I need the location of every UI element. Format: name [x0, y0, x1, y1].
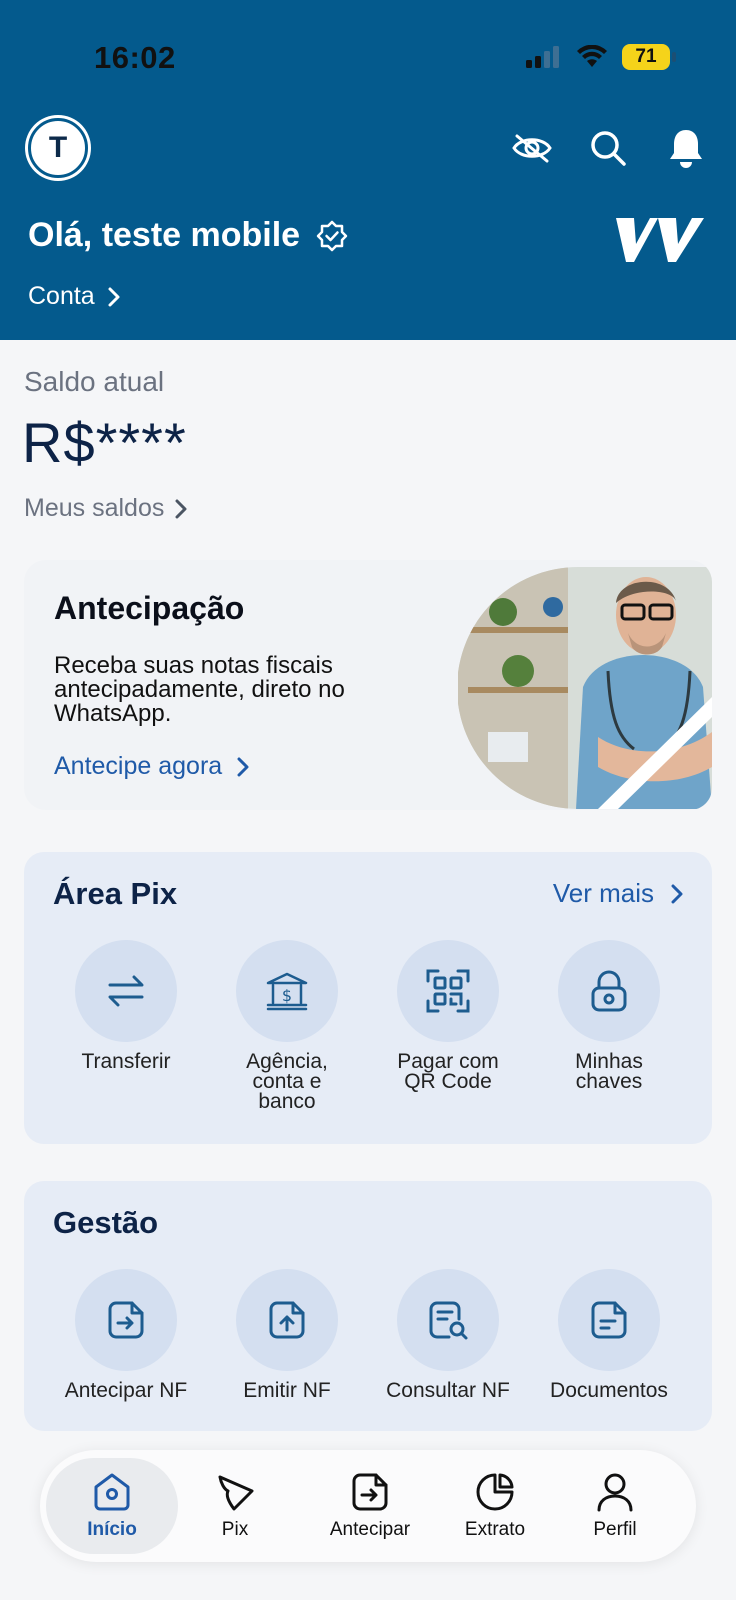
pix-bank-label: Agência, conta e banco: [246, 1050, 328, 1113]
transfer-arrows-icon: [108, 975, 144, 1007]
promo-link[interactable]: Antecipe agora: [54, 752, 250, 781]
nav-label-extrato: Extrato: [464, 1519, 526, 1540]
avatar[interactable]: T: [28, 118, 88, 178]
svg-text:$: $: [282, 986, 292, 1005]
emitir-nf-button[interactable]: Emitir NF: [212, 1269, 362, 1401]
consultar-nf-button[interactable]: Consultar NF: [373, 1269, 523, 1401]
doctor-photo: [458, 567, 712, 809]
balance-value: R$****: [22, 411, 187, 474]
promo-card[interactable]: Antecipação Receba suas notas fiscais an…: [24, 560, 712, 810]
nav-label-perfil: Perfil: [593, 1519, 637, 1540]
pix-keys-label: Minhas chaves: [575, 1050, 643, 1093]
antecipar-nf-circle: [75, 1269, 177, 1371]
chevron-right-icon: [237, 757, 249, 776]
documentos-label: Documentos: [550, 1379, 668, 1402]
antecipar-nf-label: Antecipar NF: [64, 1379, 188, 1402]
signal-icon: [526, 46, 559, 68]
pix-transfer-button[interactable]: Transferir: [51, 940, 201, 1072]
promo-text: Receba suas notas fiscais antecipadament…: [54, 652, 345, 727]
my-balances-label: Meus saldos: [24, 494, 165, 522]
document-icon: [591, 1301, 627, 1339]
nav-item-perfil[interactable]: Perfil: [560, 1458, 670, 1554]
nav-label-antecipar: Antecipar: [329, 1519, 411, 1540]
see-more-link[interactable]: Ver mais: [553, 878, 684, 909]
pie-chart-icon: [476, 1473, 514, 1511]
home-screen: 16:02 71 T Olá, teste mobile Conta Saldo…: [0, 0, 736, 1600]
search-icon[interactable]: [586, 126, 630, 170]
gestao-title: Gestão: [53, 1205, 159, 1240]
pix-qrcode-button[interactable]: Pagar com QR Code: [373, 940, 523, 1092]
pix-bank-button[interactable]: $ Agência, conta e banco: [212, 940, 362, 1112]
nav-item-extrato[interactable]: Extrato: [440, 1458, 550, 1554]
bottom-nav: Início Pix Antecipar Extrato Perfil: [40, 1450, 696, 1562]
pix-keys-button[interactable]: Minhas chaves: [534, 940, 684, 1092]
documentos-circle: [558, 1269, 660, 1371]
antecipar-nf-button[interactable]: Antecipar NF: [51, 1269, 201, 1401]
nav-item-antecipar[interactable]: Antecipar: [300, 1458, 440, 1554]
qr-code-icon: [426, 969, 470, 1013]
chevron-right-icon: [671, 884, 683, 903]
pix-transfer-circle: [75, 940, 177, 1042]
my-balances-link[interactable]: Meus saldos: [24, 494, 188, 523]
greeting: Olá, teste mobile: [28, 216, 348, 255]
greeting-text: Olá, teste mobile: [28, 216, 301, 254]
document-search-icon: [429, 1301, 468, 1340]
brand-logo: [612, 214, 708, 271]
nav-label-inicio: Início: [87, 1519, 137, 1540]
promo-link-label: Antecipe agora: [54, 752, 223, 780]
chevron-right-icon: [175, 499, 187, 518]
bell-icon[interactable]: [664, 126, 708, 170]
header: 16:02 71 T Olá, teste mobile Conta: [0, 0, 736, 340]
consultar-nf-label: Consultar NF: [386, 1379, 510, 1402]
balance-label: Saldo atual: [24, 366, 165, 397]
chevron-right-icon: [108, 287, 120, 306]
pix-transfer-label: Transferir: [81, 1050, 171, 1073]
emitir-nf-label: Emitir NF: [243, 1379, 331, 1402]
pix-qrcode-label: Pagar com QR Code: [397, 1050, 499, 1093]
home-icon: [94, 1473, 130, 1511]
bank-icon: $: [266, 972, 308, 1011]
promo-title: Antecipação: [54, 590, 245, 626]
pix-area-title: Área Pix: [53, 876, 178, 911]
nav-item-inicio[interactable]: Início: [46, 1458, 178, 1554]
pix-qrcode-circle: [397, 940, 499, 1042]
consultar-nf-circle: [397, 1269, 499, 1371]
emitir-nf-circle: [236, 1269, 338, 1371]
battery-indicator: 71: [622, 44, 676, 70]
document-arrow-icon: [352, 1473, 388, 1511]
account-link-label: Conta: [28, 282, 95, 310]
pix-area-section: Área Pix Ver mais Transferir $ Agência, …: [24, 852, 712, 1144]
user-icon: [597, 1473, 633, 1512]
nav-label-pix: Pix: [221, 1519, 249, 1540]
see-more-label: Ver mais: [552, 878, 654, 908]
pix-icon: [218, 1475, 254, 1511]
pix-bank-circle: $: [236, 940, 338, 1042]
documentos-button[interactable]: Documentos: [534, 1269, 684, 1401]
status-icons: 71: [526, 44, 676, 70]
pix-keys-circle: [558, 940, 660, 1042]
eye-off-icon[interactable]: [510, 126, 554, 170]
document-arrow-icon: [108, 1301, 144, 1339]
document-upload-icon: [269, 1301, 305, 1339]
lock-icon: [591, 970, 627, 1012]
wifi-icon: [577, 45, 607, 67]
status-time: 16:02: [94, 40, 176, 75]
account-link[interactable]: Conta: [28, 282, 121, 311]
nav-item-pix[interactable]: Pix: [180, 1458, 290, 1554]
verified-badge-icon: [316, 220, 348, 251]
gestao-section: Gestão Antecipar NF Emitir NF Consultar …: [24, 1181, 712, 1431]
